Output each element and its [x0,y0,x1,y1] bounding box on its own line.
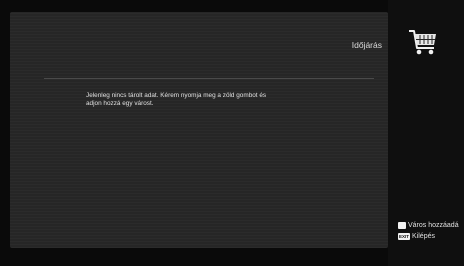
empty-state-message: Jelenleg nincs tárolt adat. Kérem nyomja… [86,92,346,108]
main-panel: Időjárás Jelenleg nincs tárolt adat. Kér… [10,12,388,248]
legend-exit[interactable]: EXIT Kilépés [398,231,459,242]
tv-screen: Időjárás Jelenleg nincs tárolt adat. Kér… [0,0,464,266]
green-key-icon [398,222,406,229]
button-legend: Város hozzáadá EXIT Kilépés [398,220,459,242]
exit-key-icon: EXIT [398,233,411,240]
shopping-cart-icon [409,30,436,55]
add-city-label: Város hozzáadá [408,222,459,229]
legend-add-city[interactable]: Város hozzáadá [398,220,459,231]
message-line-1: Jelenleg nincs tárolt adat. Kérem nyomja… [86,92,267,99]
exit-label: Kilépés [412,233,435,240]
page-title: Időjárás [351,40,382,50]
title-divider [44,78,374,79]
message-line-2: adjon hozzá egy várost. [86,100,154,108]
